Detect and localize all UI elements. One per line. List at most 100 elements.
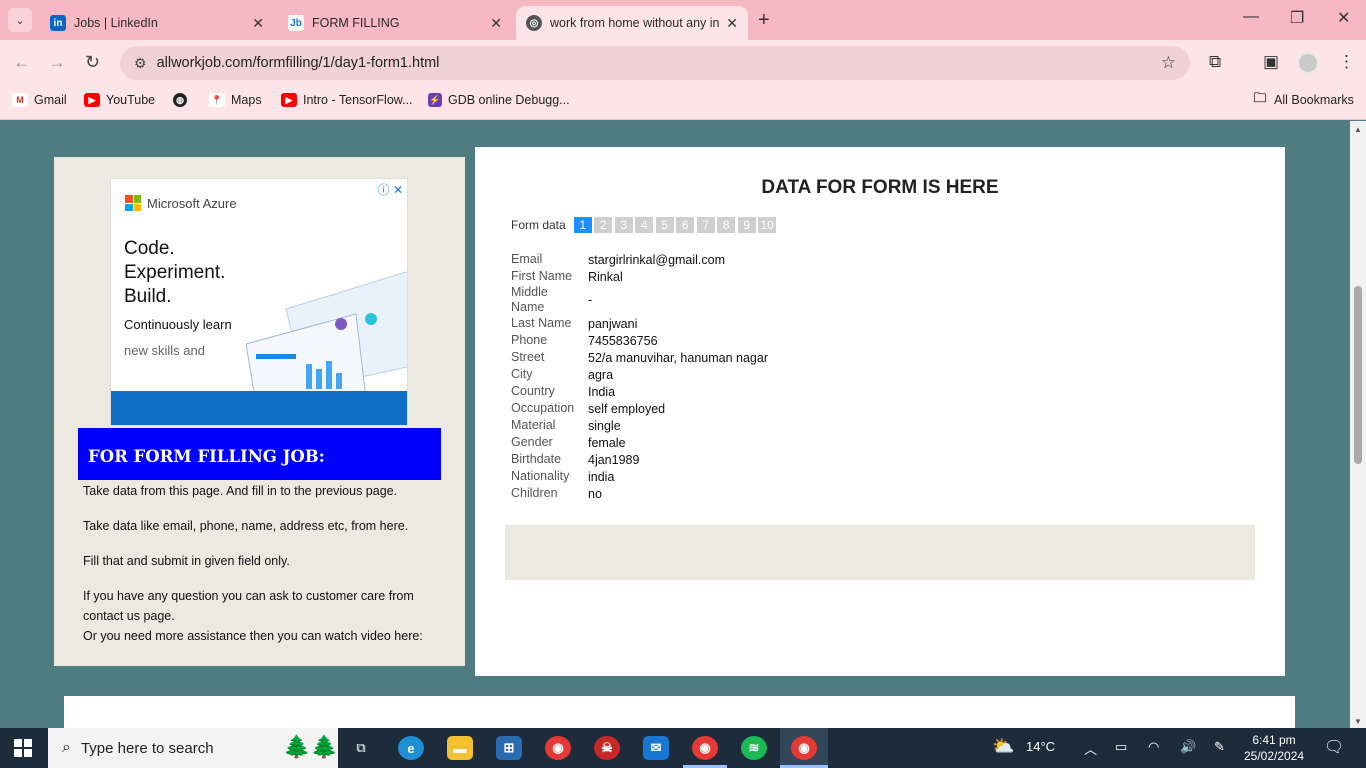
restore-button[interactable]: ❐	[1290, 8, 1304, 28]
page-link[interactable]: 4	[635, 217, 654, 233]
bookmark-gmail[interactable]: M Gmail	[12, 93, 67, 107]
field-label: Material	[511, 418, 556, 432]
pen-icon[interactable]: ✎	[1214, 739, 1225, 755]
page-link[interactable]: 7	[696, 217, 715, 233]
page-scrollbar[interactable]: ▲ ▼	[1350, 121, 1366, 728]
notifications-icon[interactable]: 🗨	[1324, 737, 1344, 757]
tab-work-from-home[interactable]: ◎ work from home without any in ✕	[516, 6, 748, 40]
windows-start-icon[interactable]	[14, 739, 32, 757]
minimize-button[interactable]: —	[1243, 8, 1259, 26]
instruction-text: Take data from this page. And fill in to…	[83, 484, 398, 498]
show-hidden-icons-icon[interactable]: ︿	[1084, 739, 1097, 758]
table-row: City agra	[511, 366, 768, 383]
volume-icon[interactable]: 🔊	[1180, 739, 1196, 755]
page-link[interactable]: 1	[573, 217, 592, 233]
close-icon[interactable]: ✕	[252, 15, 264, 32]
forward-button[interactable]: →	[48, 52, 66, 73]
back-button[interactable]: ←	[13, 52, 31, 73]
gmail-icon: M	[12, 93, 28, 107]
page-viewport: Microsoft Azure ⓘ ✕ Code. Experiment. Bu…	[0, 121, 1350, 728]
side-panel-icon[interactable]: ▣	[1263, 52, 1279, 72]
ad-headline-line: Experiment.	[124, 262, 226, 283]
instruction-text: If you have any question you can ask to …	[83, 589, 414, 623]
chrome-icon[interactable]: ◉	[545, 736, 571, 760]
gdb-icon: ⚡	[428, 93, 442, 107]
weather-icon[interactable]: ⛅	[992, 736, 1014, 757]
page-link[interactable]: 6	[676, 217, 695, 233]
microsoft-store-icon[interactable]: ⊞	[496, 736, 522, 760]
tab-title: Jobs | LinkedIn	[74, 16, 158, 30]
clock[interactable]: 6:41 pm 25/02/2024	[1244, 732, 1304, 764]
field-value: Rinkal	[588, 269, 623, 284]
wifi-icon[interactable]: ◠	[1148, 739, 1159, 755]
clock-date: 25/02/2024	[1244, 749, 1305, 763]
azure-ad[interactable]: Microsoft Azure ⓘ ✕ Code. Experiment. Bu…	[110, 178, 408, 426]
file-explorer-icon[interactable]: ▬	[447, 736, 473, 760]
bookmark-youtube[interactable]: ▶ YouTube	[84, 93, 155, 107]
field-value: 52/a manuvihar, hanuman nagar	[588, 350, 768, 365]
mail-icon[interactable]: ✉	[643, 736, 669, 760]
scroll-down-icon[interactable]: ▼	[1354, 717, 1362, 726]
page-link[interactable]: 8	[717, 217, 736, 233]
table-row: Street 52/a manuvihar, hanuman nagar	[511, 349, 768, 366]
tab-linkedin[interactable]: in Jobs | LinkedIn ✕	[40, 6, 274, 40]
task-view-icon[interactable]: ⧉	[348, 736, 374, 760]
folder-icon: 🗀	[1253, 90, 1267, 105]
field-value: agra	[588, 367, 614, 382]
new-tab-button[interactable]: +	[758, 9, 770, 32]
game-app-icon[interactable]: ☠	[594, 736, 620, 760]
tab-search-button[interactable]: ⌄	[8, 8, 32, 32]
globe-icon: ◎	[526, 15, 542, 31]
field-label: Last Name	[511, 316, 572, 330]
ad-subtext: new skills and	[124, 343, 205, 358]
address-bar[interactable]: ⚙ allworkjob.com/formfilling/1/day1-form…	[120, 46, 1190, 80]
spotify-icon[interactable]: ≋	[741, 736, 767, 760]
page-link[interactable]: 2	[594, 217, 613, 233]
chrome-profile-icon[interactable]: ◉	[692, 736, 718, 760]
table-row: Children no	[511, 485, 768, 502]
close-icon[interactable]: ✕	[726, 15, 738, 32]
field-label: Children	[511, 486, 558, 500]
table-row: Occupation self employed	[511, 400, 768, 417]
url-text: allworkjob.com/formfilling/1/day1-form1.…	[156, 55, 440, 71]
chrome-active-icon[interactable]: ◉	[791, 736, 817, 760]
bookmark-tensorflow[interactable]: ▶ Intro - TensorFlow...	[281, 93, 413, 107]
field-value: stargirlrinkal@gmail.com	[588, 252, 726, 267]
bookmark-maps[interactable]: 📍 Maps	[209, 93, 262, 107]
bookmark-star-icon[interactable]: ☆	[1161, 53, 1176, 73]
form-data-panel: DATA FOR FORM IS HERE Form data 1 2 3 4 …	[475, 147, 1285, 676]
weather-temp[interactable]: 14°C	[1026, 739, 1055, 754]
clock-time: 6:41 pm	[1252, 733, 1296, 747]
form-data-label: Form data	[511, 218, 566, 232]
field-value: -	[588, 293, 593, 307]
close-icon[interactable]: ✕	[490, 15, 502, 32]
profile-avatar[interactable]	[1297, 52, 1319, 74]
page-link[interactable]: 5	[655, 217, 674, 233]
table-row: Middle Name -	[511, 285, 768, 315]
reload-button[interactable]: ↻	[85, 52, 100, 73]
ad-choices-icon[interactable]: ⓘ ✕	[378, 181, 403, 198]
page-link[interactable]: 9	[737, 217, 756, 233]
scroll-up-icon[interactable]: ▲	[1354, 125, 1362, 134]
page-link[interactable]: 10	[758, 217, 777, 233]
close-window-button[interactable]: ✕	[1337, 8, 1350, 28]
bookmark-label: Maps	[231, 93, 262, 107]
page-title: DATA FOR FORM IS HERE	[761, 177, 999, 198]
edge-icon[interactable]: e	[398, 736, 424, 760]
site-info-icon[interactable]: ⚙	[134, 55, 147, 72]
tab-form-filling[interactable]: Jb FORM FILLING ✕	[278, 6, 512, 40]
field-label: Middle Name	[511, 285, 548, 314]
field-label: Birthdate	[511, 452, 562, 466]
page-link[interactable]: 3	[614, 217, 633, 233]
all-bookmarks-label: All Bookmarks	[1274, 93, 1354, 107]
scrollbar-thumb[interactable]	[1354, 286, 1362, 464]
all-bookmarks[interactable]: 🗀 All Bookmarks	[1252, 90, 1354, 107]
extensions-icon[interactable]: ⧉	[1209, 52, 1221, 72]
bookmark-gdb[interactable]: ⚡ GDB online Debugg...	[428, 93, 570, 107]
bookmark-globe[interactable]: ◍	[173, 93, 193, 107]
more-menu-icon[interactable]: ⋮	[1338, 52, 1355, 72]
taskbar-search[interactable]: ⌕ Type here to search 🌲🌲	[48, 728, 338, 768]
battery-icon[interactable]: ▭	[1115, 739, 1127, 755]
table-row: Last Name panjwani	[511, 315, 768, 332]
ad-headline-line: Code.	[124, 238, 175, 259]
